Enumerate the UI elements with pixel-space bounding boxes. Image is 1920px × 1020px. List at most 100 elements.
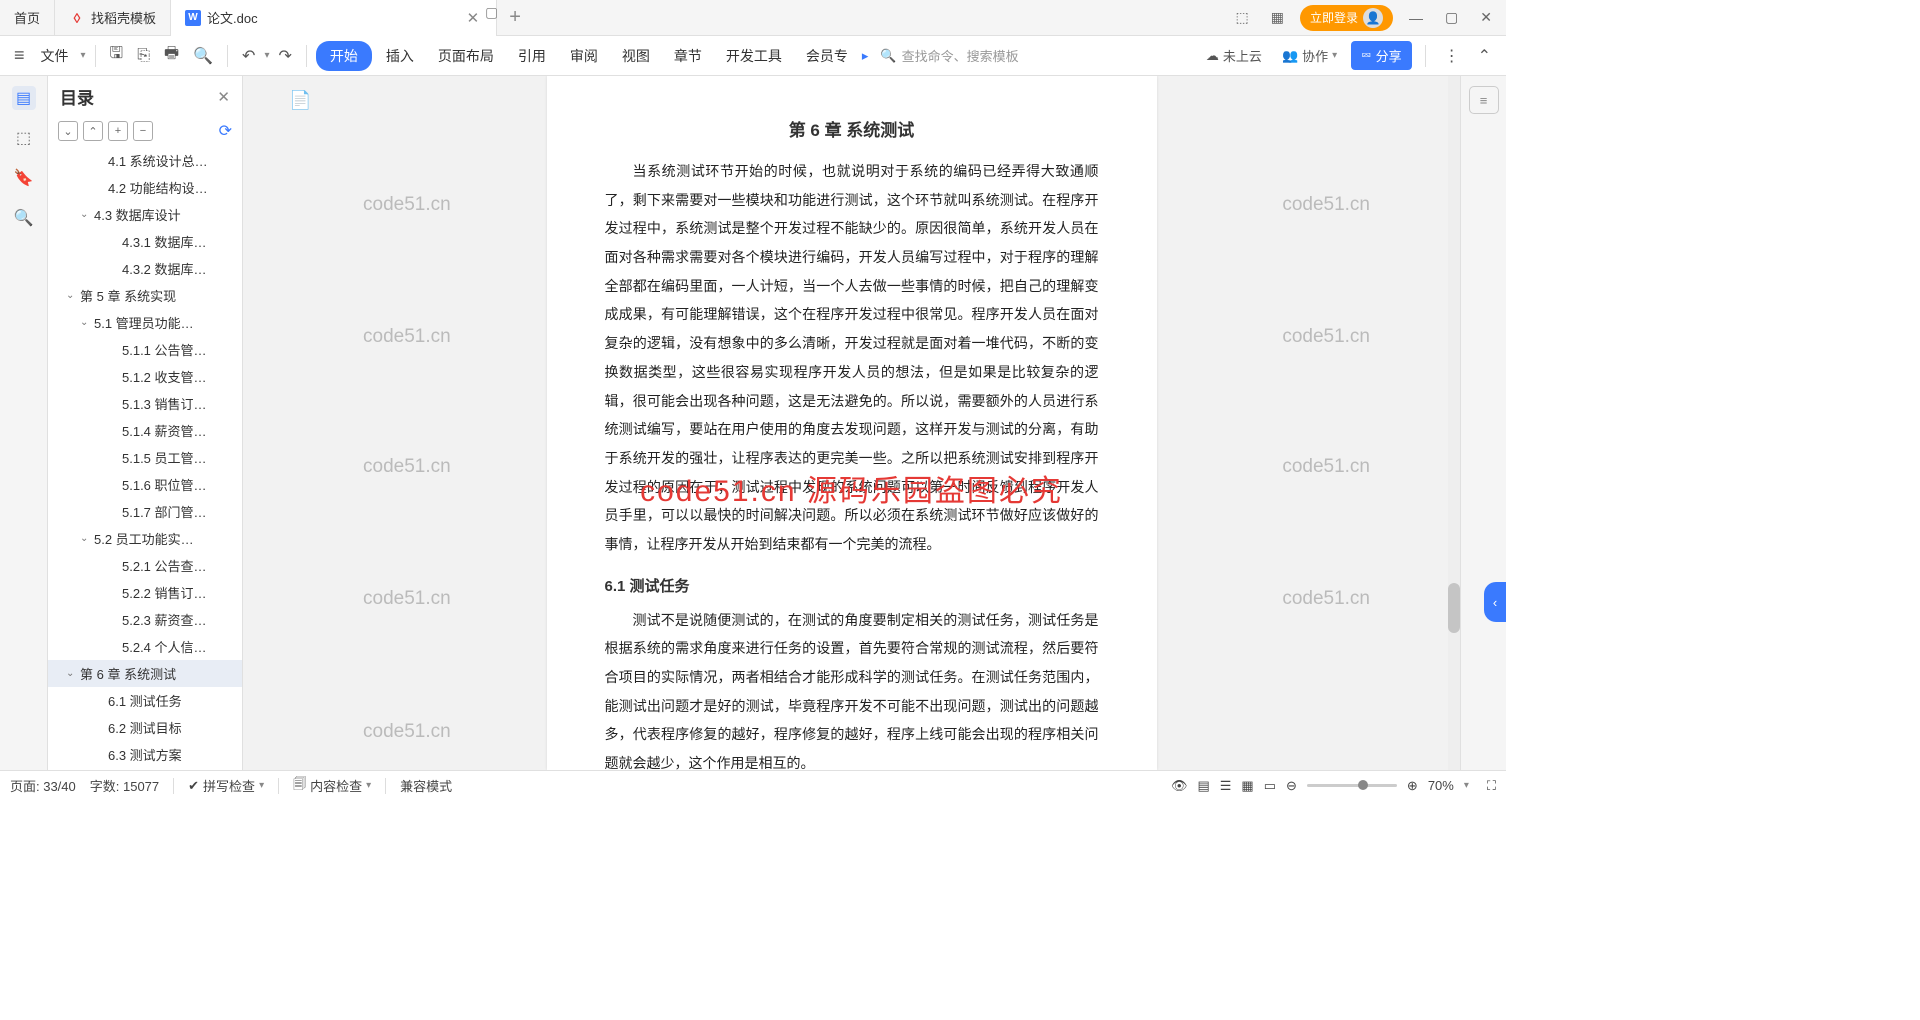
remove-heading-icon[interactable]: − xyxy=(133,121,153,141)
ribbon-tab-start[interactable]: 开始 xyxy=(316,41,372,71)
watermark: code51.cn xyxy=(1282,326,1370,348)
outline-item[interactable]: 5.2.3 薪资查… xyxy=(48,606,242,633)
presenter-icon[interactable]: ▢ xyxy=(485,4,498,21)
add-heading-icon[interactable]: + xyxy=(108,121,128,141)
login-button[interactable]: 立即登录👤 xyxy=(1300,5,1393,31)
outline-item[interactable]: ⌄4.3 数据库设计 xyxy=(48,201,242,228)
ribbon-tab-insert[interactable]: 插入 xyxy=(376,40,424,72)
zoom-slider[interactable] xyxy=(1307,784,1397,787)
more-icon[interactable]: ⋮ xyxy=(1439,42,1465,70)
outline-item[interactable]: ⌄5.2 员工功能实… xyxy=(48,525,242,552)
eye-icon[interactable]: 👁 xyxy=(1171,778,1188,794)
outline-item[interactable]: 5.1.3 销售订… xyxy=(48,390,242,417)
spell-check-button[interactable]: ✔拼写检查▾ xyxy=(188,776,264,795)
export-icon[interactable]: ⎘ xyxy=(132,43,155,69)
maximize-button[interactable]: ▢ xyxy=(1439,6,1464,29)
outline-item-label: 5.2.2 销售订… xyxy=(122,583,207,602)
outline-item-label: 5.1.2 收支管… xyxy=(122,367,207,386)
compat-mode[interactable]: 兼容模式 xyxy=(400,776,452,795)
panel-toggle-icon[interactable]: ≡ xyxy=(1469,86,1499,114)
undo-icon[interactable]: ↶ xyxy=(237,42,260,70)
ribbon-tab-member[interactable]: 会员专 xyxy=(796,40,858,72)
preview-icon[interactable]: 🔍 xyxy=(188,42,218,70)
print-icon[interactable]: 🖶 xyxy=(159,38,184,73)
minimize-button[interactable]: — xyxy=(1403,7,1429,29)
ribbon-tab-layout[interactable]: 页面布局 xyxy=(428,40,504,72)
outline-item[interactable]: 5.1.2 收支管… xyxy=(48,363,242,390)
collapse-icon[interactable]: ⌃ xyxy=(1473,42,1496,70)
collapse-all-icon[interactable]: ⌄ xyxy=(58,121,78,141)
close-button[interactable]: ✕ xyxy=(1474,6,1498,29)
expand-all-icon[interactable]: ⌃ xyxy=(83,121,103,141)
tab-document[interactable]: W论文.doc ▢ ✕ xyxy=(171,0,497,36)
outline-item[interactable]: 5.1.4 薪资管… xyxy=(48,417,242,444)
ribbon-tab-review[interactable]: 审阅 xyxy=(560,40,608,72)
view-web-icon[interactable]: ▦ xyxy=(1241,778,1253,794)
outline-item[interactable]: 6.1 测试任务 xyxy=(48,687,242,714)
bookmark-rail-icon[interactable]: 🔖 xyxy=(12,166,36,190)
outline-item[interactable]: 5.2.1 公告查… xyxy=(48,552,242,579)
outline-item[interactable]: 5.2.4 个人信… xyxy=(48,633,242,660)
collab-button[interactable]: 👥协作▾ xyxy=(1276,42,1343,69)
fullscreen-icon[interactable]: ⛶ xyxy=(1487,778,1496,794)
collab-icon: 👥 xyxy=(1282,48,1298,64)
close-icon[interactable]: ✕ xyxy=(464,9,483,27)
page[interactable]: 第 6 章 系统测试 当系统测试环节开始的时候，也就说明对于系统的编码已经弄得大… xyxy=(547,76,1157,770)
outline-title: 目录 xyxy=(60,84,94,109)
outline-item[interactable]: 5.2.2 销售订… xyxy=(48,579,242,606)
tab-templates[interactable]: ◊找稻壳模板 xyxy=(55,0,171,36)
save-icon[interactable]: 🖫 xyxy=(105,38,129,73)
outline-item[interactable]: ⌄第 6 章 系统测试 xyxy=(48,660,242,687)
file-menu[interactable]: 文件 xyxy=(33,42,77,70)
zoom-in-icon[interactable]: ⊕ xyxy=(1407,778,1418,794)
outline-item-label: 5.1.5 员工管… xyxy=(122,448,207,467)
outline-item[interactable]: 5.1.7 部门管… xyxy=(48,498,242,525)
document-area: 📄 code51.cn code51.cn code51.cn code51.c… xyxy=(243,76,1460,770)
outline-item[interactable]: 4.1 系统设计总… xyxy=(48,147,242,174)
outline-item[interactable]: 5.1.5 员工管… xyxy=(48,444,242,471)
outline-list[interactable]: 4.1 系统设计总…4.2 功能结构设…⌄4.3 数据库设计4.3.1 数据库…… xyxy=(48,145,242,770)
ribbon-tab-view[interactable]: 视图 xyxy=(612,40,660,72)
page-indicator-icon[interactable]: 📄 xyxy=(289,90,311,111)
outline-rail-icon[interactable]: ▤ xyxy=(12,86,36,110)
outline-item[interactable]: 6.3 测试方案 xyxy=(48,741,242,768)
apps-icon[interactable]: ▦ xyxy=(1265,6,1290,29)
outline-item[interactable]: 5.1.1 公告管… xyxy=(48,336,242,363)
side-tab-button[interactable]: ‹ xyxy=(1484,582,1506,622)
layout-icon[interactable]: ⬚ xyxy=(1230,6,1255,29)
read-mode-icon[interactable]: ▭ xyxy=(1264,778,1276,794)
cloud-button[interactable]: ☁未上云 xyxy=(1200,42,1268,69)
chevron-down-icon[interactable]: ▾ xyxy=(81,50,86,61)
command-search[interactable]: 🔍查找命令、搜索模板 xyxy=(872,46,1026,65)
ribbon-tab-reference[interactable]: 引用 xyxy=(508,40,556,72)
doc-scrollbar[interactable] xyxy=(1448,76,1460,770)
tab-home[interactable]: 首页 xyxy=(0,0,55,36)
content-check-button[interactable]: 🗐内容检查▾ xyxy=(293,775,371,797)
outline-item[interactable]: 4.2 功能结构设… xyxy=(48,174,242,201)
outline-item[interactable]: ⌄6.4 功能测试 xyxy=(48,768,242,770)
outline-item[interactable]: 6.2 测试目标 xyxy=(48,714,242,741)
share-icon: ⮹ xyxy=(1361,48,1371,64)
page-status[interactable]: 页面: 33/40 xyxy=(10,776,76,795)
zoom-value[interactable]: 70% xyxy=(1428,778,1454,793)
view-outline-icon[interactable]: ☰ xyxy=(1220,778,1232,794)
outline-item[interactable]: 4.3.1 数据库… xyxy=(48,228,242,255)
outline-item[interactable]: 5.1.6 职位管… xyxy=(48,471,242,498)
outline-item[interactable]: ⌄5.1 管理员功能… xyxy=(48,309,242,336)
zoom-out-icon[interactable]: ⊖ xyxy=(1286,778,1297,794)
watermark: code51.cn xyxy=(363,326,451,348)
search-rail-icon[interactable]: 🔍 xyxy=(12,206,36,230)
outline-item[interactable]: 4.3.2 数据库… xyxy=(48,255,242,282)
outline-item[interactable]: ⌄第 5 章 系统实现 xyxy=(48,282,242,309)
outline-close-icon[interactable]: ✕ xyxy=(217,88,230,106)
ribbon-tab-section[interactable]: 章节 xyxy=(664,40,712,72)
ribbon-tab-devtools[interactable]: 开发工具 xyxy=(716,40,792,72)
menu-icon[interactable]: ≡ xyxy=(10,41,29,70)
add-tab-button[interactable]: + xyxy=(497,6,533,29)
redo-icon[interactable]: ↷ xyxy=(273,42,296,70)
word-count[interactable]: 字数: 15077 xyxy=(90,776,159,795)
share-button[interactable]: ⮹分享 xyxy=(1351,41,1411,70)
structure-rail-icon[interactable]: ⬚ xyxy=(12,126,36,150)
view-print-icon[interactable]: ▤ xyxy=(1197,778,1209,794)
sync-icon[interactable]: ⟳ xyxy=(219,121,232,141)
